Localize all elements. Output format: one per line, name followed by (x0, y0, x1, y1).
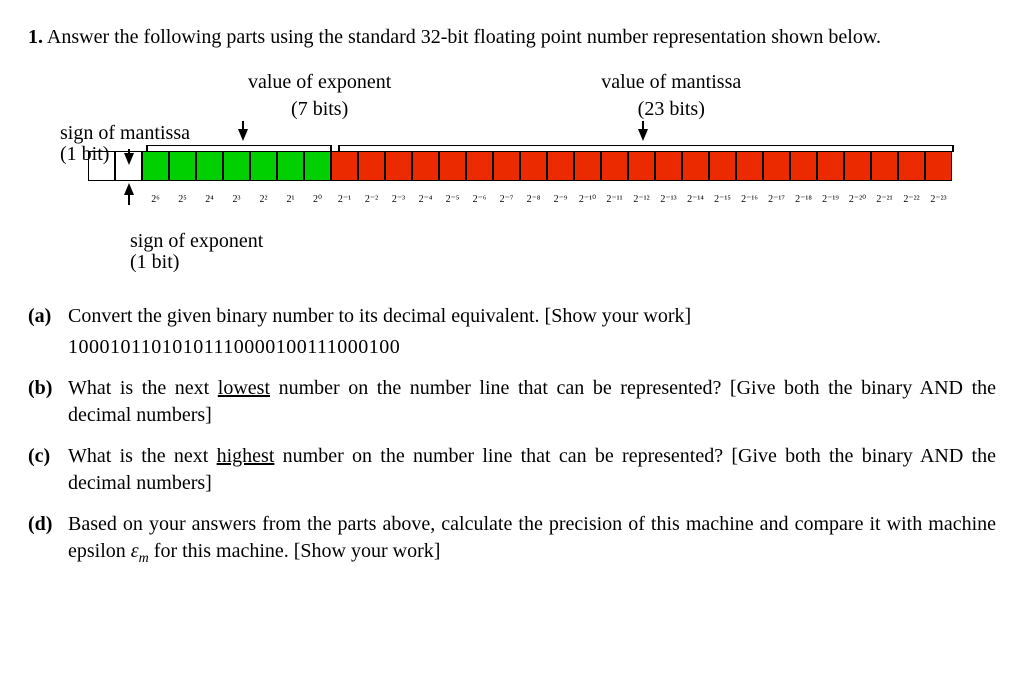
arrow-down-icon (238, 129, 248, 141)
question-prompt: Answer the following parts using the sta… (47, 26, 881, 48)
part-c-underlined: highest (217, 445, 275, 467)
power-label: 2⁻² (358, 193, 385, 207)
bit-cell (196, 151, 223, 181)
bit-cell (277, 151, 304, 181)
exponent-label-block: value of exponent (7 bits) (248, 69, 391, 123)
bit-cell (223, 151, 250, 181)
mantissa-bits: (23 bits) (601, 96, 741, 123)
power-label: 2⁻⁷ (493, 193, 520, 207)
bit-cell (574, 151, 601, 181)
bit-cell (385, 151, 412, 181)
power-label: 2⁻⁵ (439, 193, 466, 207)
bit-cell (493, 151, 520, 181)
part-label: (b) (28, 375, 62, 429)
power-label: 2³ (223, 193, 250, 207)
power-label: 2⁻⁶ (466, 193, 493, 207)
power-label: 2⁴ (196, 193, 223, 207)
bit-cell (655, 151, 682, 181)
exponent-label: value of exponent (248, 71, 391, 93)
bit-cell (763, 151, 790, 181)
brace-icon (146, 145, 332, 150)
bit-cell (736, 151, 763, 181)
arrow-up-icon (124, 183, 134, 195)
power-label: 2⁻¹⁵ (709, 193, 736, 207)
bit-cell (547, 151, 574, 181)
power-label: 2⁻¹³ (655, 193, 682, 207)
power-label: 2⁶ (142, 193, 169, 207)
power-label: 2⁵ (169, 193, 196, 207)
bit-row (88, 151, 996, 181)
power-label: 2⁻⁴ (412, 193, 439, 207)
exponent-bits: (7 bits) (248, 96, 391, 123)
mantissa-label-block: value of mantissa (23 bits) (601, 69, 741, 123)
power-label: 2⁻²³ (925, 193, 952, 207)
bit-cell (466, 151, 493, 181)
bit-cell (250, 151, 277, 181)
bit-cell (871, 151, 898, 181)
part-label: (a) (28, 303, 62, 361)
power-label: 2⁻¹⁹ (817, 193, 844, 207)
power-label: 2⁻¹⁷ (763, 193, 790, 207)
part-b: (b) What is the next lowest number on th… (28, 375, 996, 429)
part-label: (c) (28, 443, 62, 497)
bit-cell (682, 151, 709, 181)
power-label: 2⁻¹⁶ (736, 193, 763, 207)
sign-exponent-label: sign of exponent (130, 230, 263, 252)
power-label: 2⁻⁸ (520, 193, 547, 207)
power-label: 2⁻²¹ (871, 193, 898, 207)
part-c-text-before: What is the next (68, 445, 217, 467)
bit-cell (520, 151, 547, 181)
power-label: 2⁻¹⁰ (574, 193, 601, 207)
sign-exponent-bits: (1 bit) (130, 251, 179, 273)
power-label: 2⁻³ (385, 193, 412, 207)
bit-cell (898, 151, 925, 181)
bit-cell (790, 151, 817, 181)
bit-cell (709, 151, 736, 181)
power-label: 2² (250, 193, 277, 207)
power-label: 2¹ (277, 193, 304, 207)
power-label: 2⁻¹² (628, 193, 655, 207)
power-label: 2⁰ (304, 193, 331, 207)
power-label: 2⁻¹⁴ (682, 193, 709, 207)
bit-cell (439, 151, 466, 181)
bit-cell (412, 151, 439, 181)
part-a-binary: 10001011010101110000100111000100 (68, 334, 996, 361)
bit-cell (817, 151, 844, 181)
part-label: (d) (28, 511, 62, 569)
part-d: (d) Based on your answers from the parts… (28, 511, 996, 569)
power-label: 2⁻⁹ (547, 193, 574, 207)
arrow-down-icon (638, 129, 648, 141)
bit-cell (304, 151, 331, 181)
power-label: 2⁻¹¹ (601, 193, 628, 207)
fp-diagram: value of exponent (7 bits) value of mant… (88, 69, 996, 273)
bit-cell (628, 151, 655, 181)
bit-cell (331, 151, 358, 181)
part-a-text: Convert the given binary number to its d… (68, 305, 691, 327)
question-number: 1. (28, 26, 43, 48)
part-c: (c) What is the next highest number on t… (28, 443, 996, 497)
question-header: 1. Answer the following parts using the … (28, 24, 996, 51)
part-a: (a) Convert the given binary number to i… (28, 303, 996, 361)
bit-cell (844, 151, 871, 181)
part-b-underlined: lowest (218, 377, 270, 399)
mantissa-label: value of mantissa (601, 71, 741, 93)
power-row: 2⁶ 2⁵ 2⁴ 2³ 2² 2¹ 2⁰ 2⁻¹ 2⁻² 2⁻³ 2⁻⁴ 2⁻⁵… (142, 193, 996, 207)
power-label: 2⁻¹ (331, 193, 358, 207)
bit-cell (358, 151, 385, 181)
parts-list: (a) Convert the given binary number to i… (28, 303, 996, 569)
brace-icon (338, 145, 954, 150)
arrow-down-icon (124, 153, 134, 165)
bit-cell (925, 151, 952, 181)
power-label: 2⁻²² (898, 193, 925, 207)
epsilon-symbol: εm (131, 540, 149, 562)
bit-cell (601, 151, 628, 181)
sign-exponent-label-block: sign of exponent (1 bit) (130, 231, 996, 273)
power-label: 2⁻²⁰ (844, 193, 871, 207)
part-d-text-after: for this machine. [Show your work] (149, 540, 441, 562)
power-label: 2⁻¹⁸ (790, 193, 817, 207)
part-b-text-before: What is the next (68, 377, 218, 399)
